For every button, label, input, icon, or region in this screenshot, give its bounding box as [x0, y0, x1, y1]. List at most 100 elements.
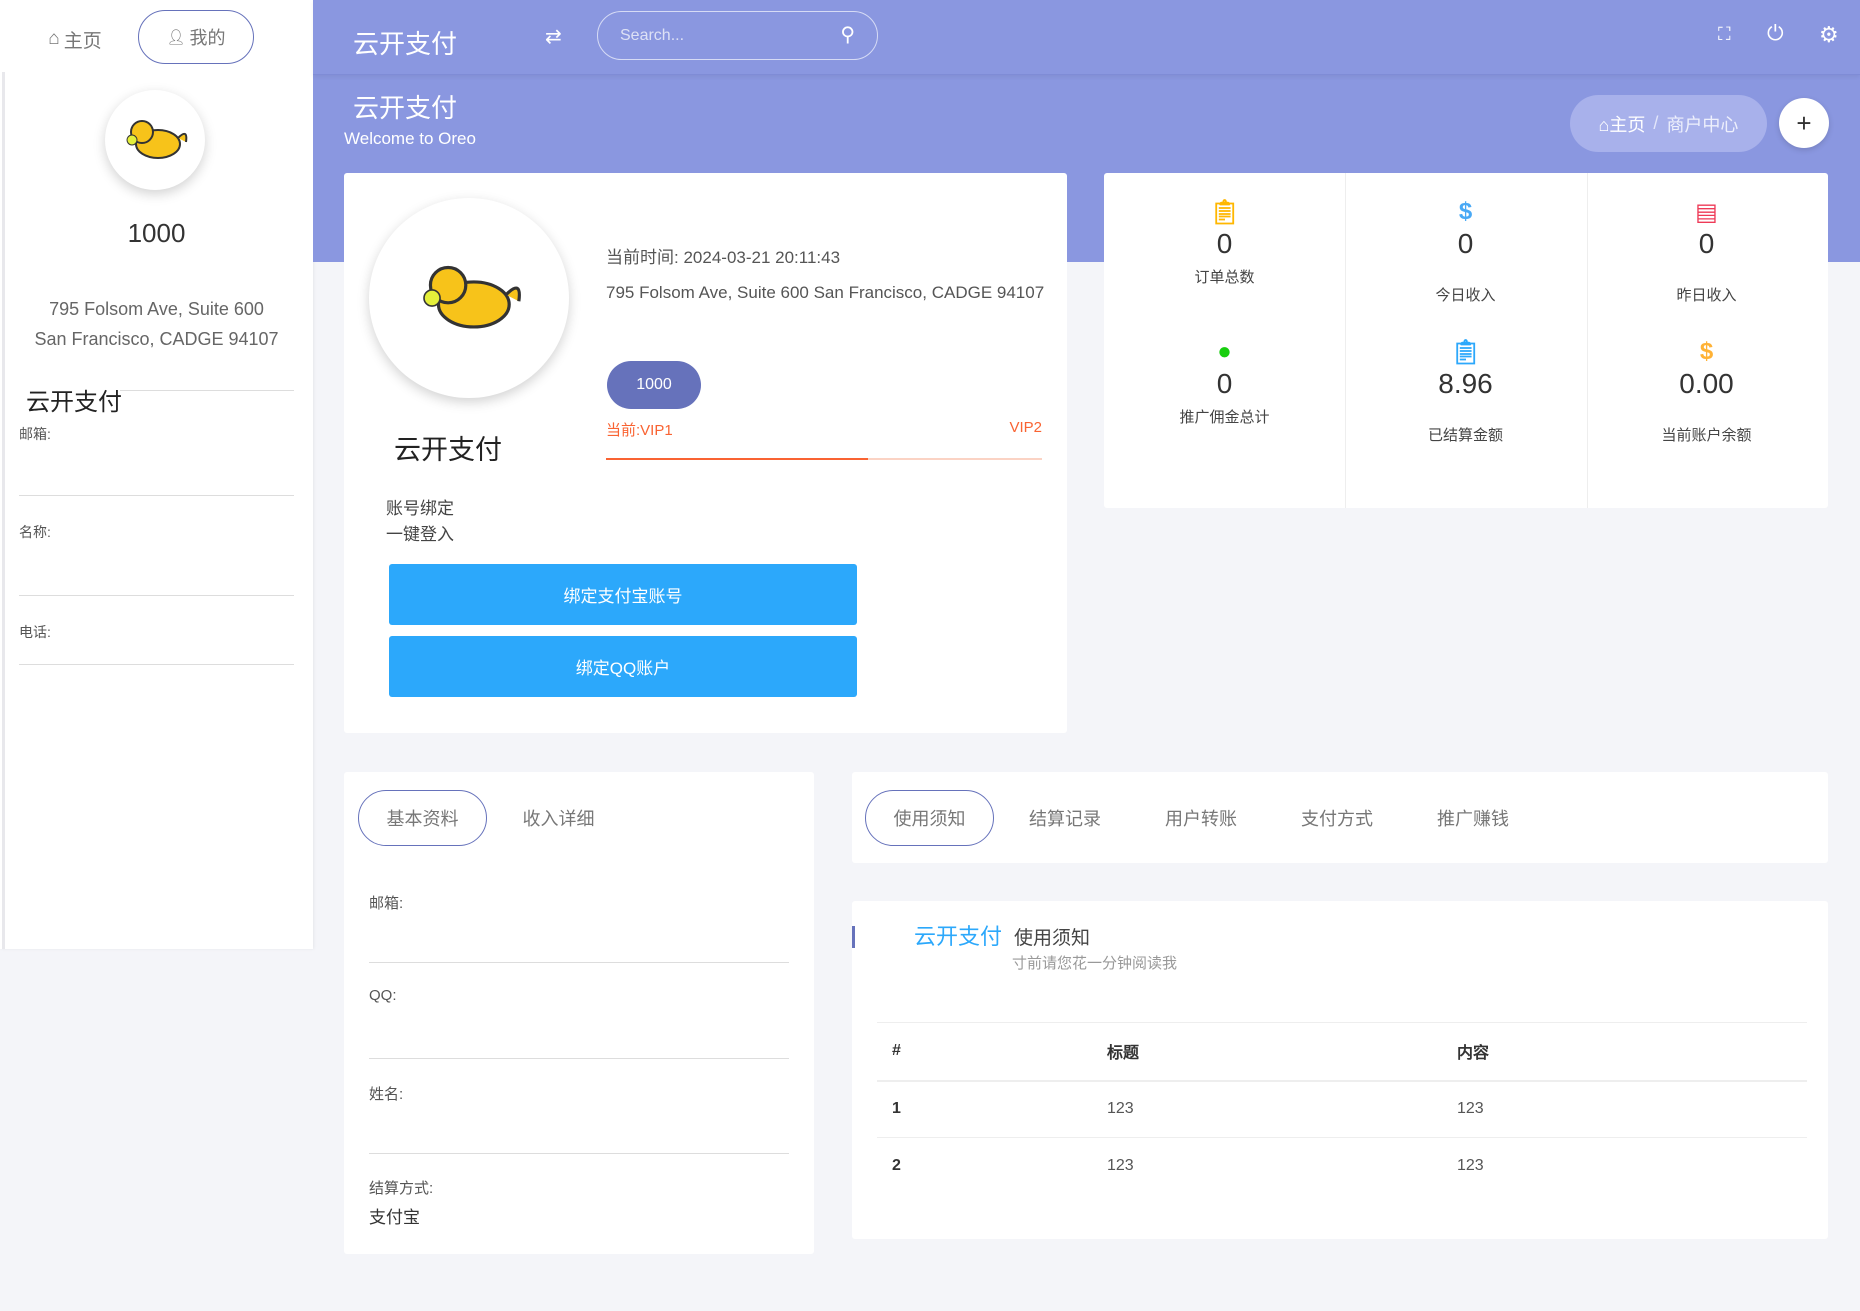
- name-field[interactable]: [19, 595, 294, 596]
- column-header: #: [892, 1042, 901, 1060]
- brand-title[interactable]: 云开支付: [353, 24, 457, 61]
- message-icon: ▤: [1695, 199, 1718, 226]
- sidebar: ⌂ 主页 👤︎ 我的 1000 795 Folsom Ave, Suite 600 S…: [0, 0, 313, 949]
- sidebar-address: 795 Folsom Ave, Suite 600 San Francisco, …: [0, 294, 313, 354]
- current-time: 当前时间: 2024-03-21 20:11:43: [606, 243, 840, 268]
- notice-subtitle: 寸前请您花一分钟阅读我: [1012, 955, 1178, 972]
- bind-alipay-button[interactable]: 绑定支付宝账号: [389, 564, 857, 625]
- tab-promotion[interactable]: 推广赚钱: [1408, 790, 1538, 846]
- avatar: [105, 90, 205, 190]
- breadcrumb-home[interactable]: ⌂主页: [1599, 111, 1646, 137]
- bind-section: 账号绑定 一键登入: [386, 496, 454, 548]
- balance-badge[interactable]: 1000: [607, 361, 701, 409]
- stat-item: 📋︎ 0 订单总数: [1104, 198, 1345, 287]
- tab-settlement-records[interactable]: 结算记录: [1000, 790, 1130, 846]
- sidebar-title: 云开支付: [26, 389, 122, 416]
- info-card: 基本资料 收入详细 邮箱: QQ: 姓名: 结算方式: 支付宝: [344, 772, 814, 1254]
- bind-qq-button[interactable]: 绑定QQ账户: [389, 636, 857, 697]
- profile-name: 云开支付: [394, 435, 502, 465]
- profile-avatar: [369, 198, 569, 398]
- swap-icon[interactable]: ⇄: [545, 24, 562, 49]
- phone-field[interactable]: [19, 664, 294, 665]
- notice-table: # 标题 内容 1 123 123 2 123 123: [877, 1022, 1807, 1195]
- stat-label: 推广佣金总计: [1179, 409, 1270, 426]
- time-label: 当前时间:: [606, 248, 679, 267]
- add-button[interactable]: +: [1779, 98, 1829, 148]
- search-input[interactable]: Search... ⚲: [597, 11, 878, 60]
- stat-item: $0 今日收入: [1345, 198, 1586, 305]
- home-icon: ⌂: [1598, 114, 1610, 135]
- notice-tabs: 使用须知 结算记录 用户转账 支付方式 推广赚钱: [852, 772, 1828, 863]
- fullname-label: 姓名:: [369, 1086, 404, 1103]
- breadcrumb: ⌂主页 / 商户中心: [1570, 95, 1767, 152]
- vip-progress-fill: [606, 458, 868, 460]
- stat-value: 0: [1216, 228, 1233, 259]
- stat-label: 当前账户余额: [1661, 427, 1752, 444]
- power-icon[interactable]: ⏻: [1767, 22, 1784, 46]
- stat-value: 0: [1216, 368, 1233, 399]
- fullname-field[interactable]: [369, 1153, 789, 1154]
- vip-current: 当前:VIP1: [606, 422, 673, 439]
- stat-item: ▤ 0 昨日收入: [1586, 198, 1827, 305]
- tab-usage-notice[interactable]: 使用须知: [865, 790, 994, 846]
- settlement-value: 支付宝: [369, 1208, 420, 1227]
- sidebar-tab-home[interactable]: ⌂ 主页: [30, 14, 120, 64]
- row-title: 123: [1107, 1157, 1134, 1175]
- address-line: 795 Folsom Ave, Suite 600: [49, 299, 264, 319]
- sidebar-tab-mine[interactable]: 👤︎ 我的: [138, 10, 254, 64]
- settlement-label: 结算方式:: [369, 1180, 434, 1197]
- fullscreen-icon[interactable]: ⛶: [1718, 24, 1731, 45]
- tab-payment-methods[interactable]: 支付方式: [1272, 790, 1402, 846]
- notice-brand: 云开支付: [914, 924, 1003, 949]
- profile-card: 云开支付 当前时间: 2024-03-21 20:11:43 795 Folso…: [344, 173, 1067, 733]
- user-icon: ●: [1217, 338, 1232, 365]
- gear-icon[interactable]: ⚙: [1819, 22, 1839, 48]
- stat-label: 昨日收入: [1676, 287, 1737, 304]
- stat-value: 0: [1457, 228, 1474, 259]
- qq-field[interactable]: [369, 1058, 789, 1059]
- bind-subtitle: 一键登入: [386, 525, 454, 544]
- stat-item: 📋︎ 8.96 已结算金额: [1345, 338, 1586, 445]
- column-header: 内容: [1457, 1045, 1490, 1063]
- stat-value: 0.00: [1679, 368, 1734, 399]
- breadcrumb-separator: /: [1653, 113, 1659, 133]
- clipboard-icon: 📋︎: [1450, 339, 1481, 366]
- sidebar-scrollbar[interactable]: [2, 72, 5, 949]
- email-label: 邮箱:: [369, 895, 404, 912]
- dollar-icon: $: [1699, 338, 1714, 365]
- table-row: 1 123 123: [877, 1081, 1807, 1138]
- time-value: 2024-03-21 20:11:43: [683, 248, 841, 267]
- email-field[interactable]: [19, 495, 294, 496]
- page-subtitle: Welcome to Oreo: [344, 129, 476, 148]
- row-index: 2: [892, 1157, 901, 1175]
- name-label: 名称:: [19, 524, 51, 540]
- stats-card: 📋︎ 0 订单总数 $0 今日收入 ▤ 0 昨日收入 ● 0 推广佣金总计 📋︎ 8.96 已结算金额 $0…: [1104, 173, 1828, 508]
- row-index: 1: [892, 1100, 901, 1118]
- tab-income-detail[interactable]: 收入详细: [494, 790, 623, 846]
- stat-label: 订单总数: [1194, 269, 1255, 286]
- stat-value: 0: [1698, 228, 1715, 259]
- search-placeholder: Search...: [620, 27, 685, 44]
- search-icon[interactable]: ⚲: [840, 22, 855, 47]
- stat-item: ● 0 推广佣金总计: [1104, 338, 1345, 427]
- email-label: 邮箱:: [19, 426, 51, 442]
- column-header: 标题: [1107, 1045, 1140, 1063]
- user-icon: 👤︎: [166, 29, 186, 46]
- dollar-icon: $: [1458, 198, 1473, 225]
- tab-user-transfer[interactable]: 用户转账: [1136, 790, 1266, 846]
- breadcrumb-current: 商户中心: [1666, 114, 1739, 135]
- phone-label: 电话:: [19, 624, 51, 640]
- row-content: 123: [1457, 1100, 1484, 1118]
- table-row: 2 123 123: [877, 1138, 1807, 1195]
- home-icon: ⌂: [48, 28, 60, 49]
- address-line: San Francisco, CADGE 94107: [34, 329, 279, 349]
- qq-label: QQ:: [369, 987, 397, 1004]
- notice-title: 使用须知: [1014, 928, 1091, 949]
- stat-item: $0.00 当前账户余额: [1586, 338, 1827, 445]
- stat-value: 8.96: [1438, 368, 1493, 399]
- email-field[interactable]: [369, 962, 789, 963]
- bind-title: 账号绑定: [386, 499, 454, 518]
- tab-basic-info[interactable]: 基本资料: [358, 790, 487, 846]
- notice-card: 云开支付 使用须知 寸前请您花一分钟阅读我 # 标题 内容 1 123 123 2 1…: [852, 901, 1828, 1239]
- profile-address: 795 Folsom Ave, Suite 600 San Francisco,…: [606, 283, 1045, 302]
